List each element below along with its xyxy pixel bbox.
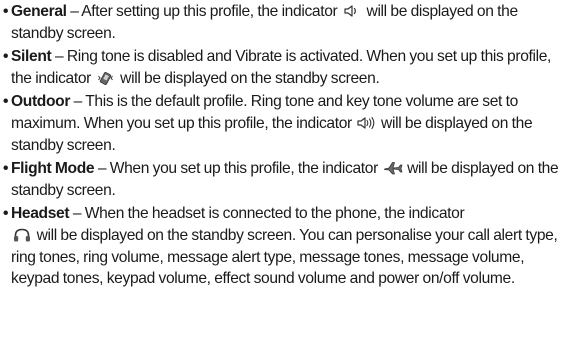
airplane-icon [383, 160, 403, 176]
description-text: – When the headset is connected to the p… [69, 205, 465, 223]
bullet: • [3, 205, 9, 223]
bullet: • [3, 48, 9, 66]
bullet: • [3, 160, 9, 178]
profile-description: Headset – When the headset is connected … [11, 203, 565, 289]
profile-description: Outdoor – This is the default profile. R… [11, 91, 565, 156]
profile-description-page: • General – After setting up this profil… [0, 0, 567, 351]
profile-name: Flight Mode [11, 160, 95, 178]
profile-name: General [11, 3, 67, 20]
profile-item-flight-mode: • Flight Mode – When you set up this pro… [3, 158, 565, 201]
profile-item-headset: • Headset – When the headset is connecte… [3, 203, 565, 289]
bullet: • [3, 3, 9, 20]
profile-item-outdoor: • Outdoor – This is the default profile.… [3, 91, 565, 156]
profile-name: Headset [11, 205, 70, 223]
vibrate-icon [96, 70, 116, 86]
description-text: will be displayed on the standby screen. [116, 69, 380, 87]
speaker-icon [342, 3, 362, 19]
description-text: – After setting up this profile, the ind… [66, 3, 341, 20]
profile-item-general: • General – After setting up this profil… [3, 1, 565, 44]
profile-name: Outdoor [11, 93, 71, 111]
profile-item-silent: • Silent – Ring tone is disabled and Vib… [3, 46, 565, 89]
profile-description: Silent – Ring tone is disabled and Vibra… [11, 46, 565, 89]
loud-speaker-icon [356, 115, 376, 131]
profile-description: Flight Mode – When you set up this profi… [11, 158, 565, 201]
profile-name: Silent [11, 48, 52, 66]
headset-icon [12, 227, 32, 243]
bullet: • [3, 93, 9, 111]
profile-description: General – After setting up this profile,… [11, 1, 565, 44]
description-text: will be displayed on the standby screen.… [11, 226, 558, 288]
description-text: – When you set up this profile, the indi… [94, 160, 382, 178]
